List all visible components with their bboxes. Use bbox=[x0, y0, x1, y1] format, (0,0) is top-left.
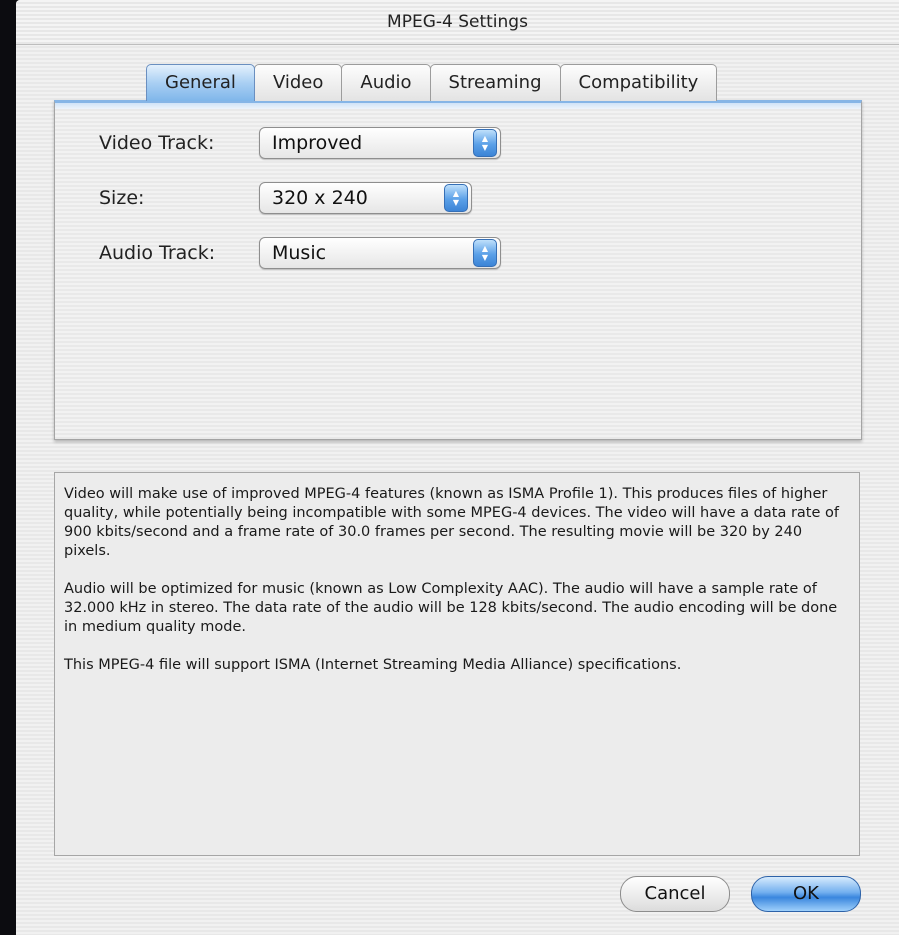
popup-arrows-icon: ▲ ▼ bbox=[473, 239, 497, 267]
audio-track-value: Music bbox=[272, 242, 327, 264]
size-value: 320 x 240 bbox=[272, 187, 368, 209]
audio-track-popup[interactable]: Music ▲ ▼ bbox=[259, 237, 501, 269]
audio-track-label: Audio Track: bbox=[99, 242, 216, 264]
cancel-button[interactable]: Cancel bbox=[620, 876, 730, 912]
video-track-popup[interactable]: Improved ▲ ▼ bbox=[259, 127, 501, 159]
general-tab-panel: Video Track: Improved ▲ ▼ Size: 320 x 240… bbox=[54, 100, 862, 440]
tab-audio[interactable]: Audio bbox=[341, 64, 431, 101]
video-track-row: Video Track: Improved ▲ ▼ bbox=[99, 127, 501, 159]
tab-general[interactable]: General bbox=[146, 64, 255, 101]
audio-track-row: Audio Track: Music ▲ ▼ bbox=[99, 237, 501, 269]
ok-button[interactable]: OK bbox=[751, 876, 861, 912]
video-track-value: Improved bbox=[272, 132, 363, 154]
title-bar[interactable]: MPEG-4 Settings bbox=[16, 0, 899, 45]
tab-compatibility[interactable]: Compatibility bbox=[559, 64, 718, 101]
popup-arrows-icon: ▲ ▼ bbox=[444, 184, 468, 212]
tab-bar: General Video Audio Streaming Compatibil… bbox=[146, 64, 718, 102]
tab-streaming[interactable]: Streaming bbox=[429, 64, 561, 101]
size-row: Size: 320 x 240 ▲ ▼ bbox=[99, 182, 472, 214]
window-title: MPEG-4 Settings bbox=[387, 12, 528, 32]
size-popup[interactable]: 320 x 240 ▲ ▼ bbox=[259, 182, 472, 214]
popup-arrows-icon: ▲ ▼ bbox=[473, 129, 497, 157]
settings-window: MPEG-4 Settings General Video Audio Stre… bbox=[16, 0, 899, 935]
video-description: Video will make use of improved MPEG-4 f… bbox=[64, 486, 839, 559]
settings-description: Video will make use of improved MPEG-4 f… bbox=[54, 472, 860, 856]
tab-video[interactable]: Video bbox=[253, 64, 343, 101]
video-track-label: Video Track: bbox=[99, 132, 215, 154]
audio-description: Audio will be optimized for music (known… bbox=[64, 581, 838, 635]
isma-description: This MPEG-4 file will support ISMA (Inte… bbox=[64, 657, 682, 673]
size-label: Size: bbox=[99, 187, 145, 209]
